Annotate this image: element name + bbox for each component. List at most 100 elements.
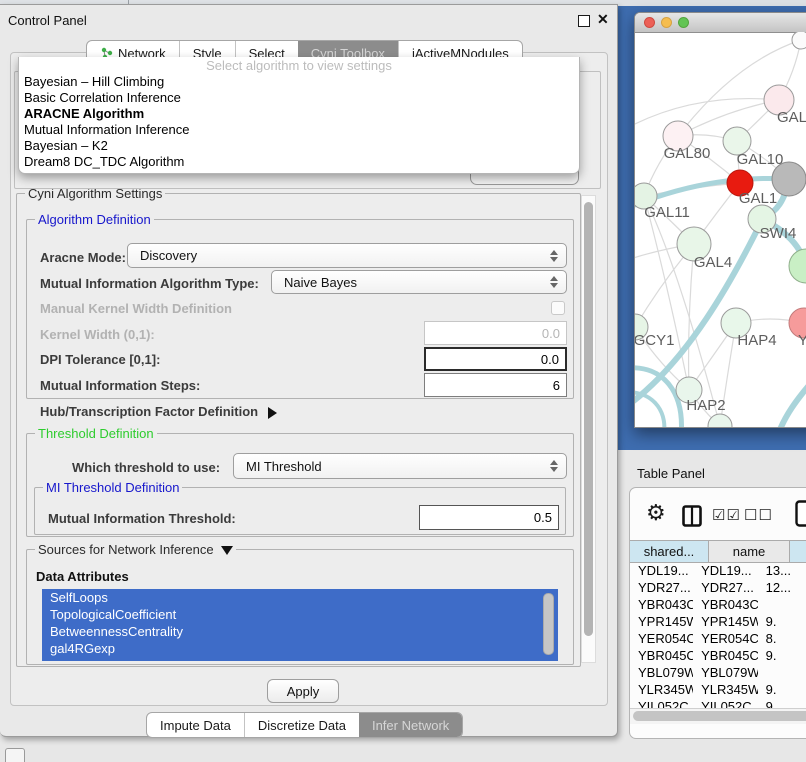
node-label-hap2: HAP2 [686, 397, 725, 414]
table-row[interactable]: YDL19...YDL19...13... [630, 562, 806, 579]
zoom-traffic-light[interactable] [678, 17, 689, 28]
sources-group-title[interactable]: Sources for Network Inference [35, 542, 236, 557]
table-cell[interactable]: YDL19... [630, 562, 693, 579]
table-cell[interactable]: YBR043C [630, 596, 693, 613]
algorithm-option-mutual-information-inference[interactable]: Mutual Information Inference [19, 122, 579, 138]
node-right-green[interactable] [789, 249, 806, 283]
close-traffic-light[interactable] [644, 17, 655, 28]
table-cell[interactable]: 13... [758, 562, 806, 579]
mi-type-value: Naive Bayes [272, 275, 546, 290]
kernel-width-field[interactable]: 0.0 [424, 321, 567, 345]
table-cell[interactable]: YBR045C [693, 647, 758, 664]
attributes-list-scrollbar-thumb[interactable] [543, 593, 554, 655]
unchecked-boxes-icon[interactable]: ☐☐ [744, 506, 773, 524]
column-header-shared[interactable]: shared... [630, 541, 709, 562]
manual-kernel-checkbox[interactable] [551, 301, 565, 315]
tab-discretize-data[interactable]: Discretize Data [244, 713, 359, 737]
node-label-y: Y [798, 332, 806, 349]
table-cell[interactable]: YDR27... [693, 579, 758, 596]
attribute-item-selfloops[interactable]: SelfLoops [42, 589, 558, 606]
mi-threshold-field[interactable]: 0.5 [419, 505, 559, 530]
which-threshold-combo[interactable]: MI Threshold [233, 453, 567, 479]
gear-icon[interactable]: ⚙ [646, 502, 666, 524]
table-cell[interactable]: YER054C [630, 630, 693, 647]
attribute-item-betweennesscentrality[interactable]: BetweennessCentrality [42, 623, 558, 640]
table-cell[interactable]: YIL052C [630, 698, 693, 708]
aracne-mode-combo[interactable]: Discovery [127, 243, 567, 268]
table-cell[interactable]: YBL079W [630, 664, 693, 681]
column-header-name[interactable]: name [709, 541, 790, 562]
split-columns-icon[interactable] [682, 505, 702, 527]
column-header-a[interactable]: A [790, 541, 806, 562]
table-cell[interactable]: YDR27... [630, 579, 693, 596]
attribute-item-topologicalcoefficient[interactable]: TopologicalCoefficient [42, 606, 558, 623]
table-cell[interactable]: YPR145W [630, 613, 693, 630]
table-cell[interactable]: YER054C [693, 630, 758, 647]
data-attributes-list[interactable]: SelfLoopsTopologicalCoefficientBetweenne… [42, 589, 558, 661]
table-cell[interactable]: YIL052C [693, 698, 758, 708]
table-cell[interactable]: 9. [758, 613, 806, 630]
algorithm-option-basic-correlation-inference[interactable]: Basic Correlation Inference [19, 90, 579, 106]
table-cell[interactable] [758, 596, 806, 613]
table-cell[interactable]: 9. [758, 698, 806, 708]
table-scrollbar-thumb[interactable] [633, 711, 806, 721]
table-body: YDL19...YDL19...13...YDR27...YDR27...12.… [630, 562, 806, 708]
table-cell[interactable]: 9. [758, 681, 806, 698]
table-cell[interactable]: YLR345W [630, 681, 693, 698]
checked-boxes-icon[interactable]: ☑☑ [712, 506, 741, 524]
table-cell[interactable]: YBL079W [693, 664, 758, 681]
apply-button[interactable]: Apply [267, 679, 339, 703]
network-window-titlebar[interactable] [635, 13, 806, 33]
bottom-left-partial-icon[interactable] [5, 748, 25, 762]
dpi-tolerance-field[interactable]: 0.0 [424, 347, 567, 371]
dpi-tolerance-label: DPI Tolerance [0,1]: [40, 352, 160, 367]
hub-definition-expander[interactable]: Hub/Transcription Factor Definition [40, 404, 277, 419]
document-icon[interactable] [795, 500, 806, 527]
settings-scrollbar-thumb[interactable] [584, 202, 593, 636]
algorithm-option-bayesian-hill-climbing[interactable]: Bayesian – Hill Climbing [19, 74, 579, 90]
table-row[interactable]: YBL079WYBL079W [630, 664, 806, 681]
table-row[interactable]: YBR043CYBR043C [630, 596, 806, 613]
aracne-mode-value: Discovery [128, 248, 546, 263]
tab-impute-data[interactable]: Impute Data [147, 713, 244, 737]
table-row[interactable]: YPR145WYPR145W9. [630, 613, 806, 630]
node-bottom-node[interactable] [708, 414, 732, 428]
table-row[interactable]: YIL052CYIL052C9. [630, 698, 806, 708]
table-row[interactable]: YER054CYER054C8. [630, 630, 806, 647]
table-row[interactable]: YLR345WYLR345W9. [630, 681, 806, 698]
expander-right-icon [268, 407, 277, 419]
aracne-mode-label: Aracne Mode: [40, 250, 126, 265]
network-canvas[interactable]: GALGAL80GAL10GAL1GAL11SWI4GAL4HAP4YGCY1H… [635, 32, 806, 428]
algorithm-option-dream8-dc-tdc-algorithm[interactable]: Dream8 DC_TDC Algorithm [19, 154, 579, 170]
minimize-traffic-light[interactable] [661, 17, 672, 28]
node-label-gal80: GAL80 [664, 145, 711, 162]
table-cell[interactable]: YPR145W [693, 613, 758, 630]
popup-placeholder: Select algorithm to view settings [19, 57, 579, 74]
node-label-gal4: GAL4 [694, 254, 732, 271]
mi-threshold-label: Mutual Information Threshold: [48, 511, 236, 526]
table-row[interactable]: YBR045CYBR045C9. [630, 647, 806, 664]
control-panel-bottom-tabbar: Impute DataDiscretize DataInfer Network [146, 712, 463, 738]
attribute-item-gal4rgexp[interactable]: gal4RGexp [42, 640, 558, 657]
algorithm-option-bayesian-k2[interactable]: Bayesian – K2 [19, 138, 579, 154]
table-cell[interactable]: YBR043C [693, 596, 758, 613]
table-cell[interactable] [758, 664, 806, 681]
float-window-icon[interactable] [578, 15, 590, 27]
mi-type-combo[interactable]: Naive Bayes [271, 270, 567, 294]
which-threshold-label: Which threshold to use: [72, 460, 220, 475]
table-cell[interactable]: YBR045C [630, 647, 693, 664]
tab-infer-network[interactable]: Infer Network [359, 713, 462, 737]
table-cell[interactable]: 12... [758, 579, 806, 596]
algorithm-option-aracne-algorithm[interactable]: ARACNE Algorithm [19, 106, 579, 122]
settings-scrollbar[interactable] [581, 195, 596, 663]
table-cell[interactable]: 9. [758, 647, 806, 664]
mi-steps-field[interactable]: 6 [424, 373, 567, 397]
network-edge[interactable] [777, 374, 806, 428]
table-cell[interactable]: YDL19... [693, 562, 758, 579]
table-cell[interactable]: 8. [758, 630, 806, 647]
node-top-right[interactable] [792, 32, 806, 49]
table-row[interactable]: YDR27...YDR27...12... [630, 579, 806, 596]
table-horizontal-scrollbar[interactable] [630, 708, 806, 724]
close-icon[interactable]: ✕ [597, 11, 609, 28]
table-cell[interactable]: YLR345W [693, 681, 758, 698]
